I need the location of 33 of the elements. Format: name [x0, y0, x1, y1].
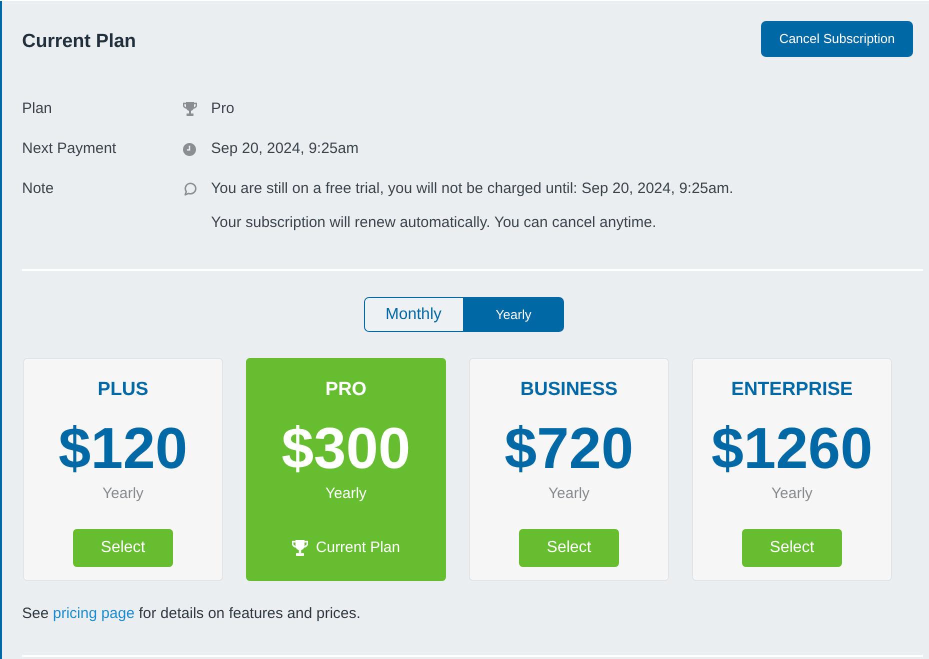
- plan-price: $1260: [711, 419, 873, 479]
- trophy-icon: [292, 540, 308, 556]
- billing-period-tab[interactable]: Yearly: [464, 297, 564, 332]
- billing-period-tab[interactable]: Monthly: [364, 297, 464, 332]
- clock-icon: [183, 142, 196, 156]
- speech-bubble-icon: [183, 182, 197, 196]
- billing-period-label: Yearly: [548, 484, 590, 504]
- detail-value: You are still on a free trial, you will not be charged until: Sep 20, 2024, 9:25am.: [211, 179, 734, 199]
- detail-value: Sep 20, 2024, 9:25am: [211, 139, 359, 159]
- plan-name: PLUS: [98, 378, 148, 402]
- select-button[interactable]: Select: [73, 529, 173, 567]
- plan-name: ENTERPRISE: [731, 378, 853, 402]
- footer-note: See pricing page for details on features and prices.: [22, 604, 362, 624]
- detail-value: Your subscription will renew automatically. You can cancel anytime.: [211, 213, 658, 233]
- page-title: Current Plan: [22, 30, 136, 54]
- trophy-icon: [183, 102, 197, 116]
- current-plan-label: Current Plan: [316, 538, 400, 558]
- detail-label: Note: [22, 179, 55, 199]
- detail-label: Next Payment: [22, 139, 118, 159]
- detail-value: Pro: [211, 99, 234, 119]
- pricing-page-link[interactable]: pricing page: [52, 605, 135, 622]
- plan-name: BUSINESS: [520, 378, 618, 402]
- select-button[interactable]: Select: [742, 529, 842, 567]
- plan-price: $120: [58, 419, 188, 479]
- select-button[interactable]: Select: [519, 529, 619, 567]
- plan-price: $720: [504, 419, 634, 479]
- billing-period-label: Yearly: [102, 484, 144, 504]
- billing-period-label: Yearly: [771, 484, 813, 504]
- cancel-subscription-button[interactable]: Cancel Subscription: [761, 21, 913, 57]
- detail-label: Plan: [22, 99, 54, 119]
- plan-price: $300: [281, 419, 411, 479]
- billing-period-label: Yearly: [325, 484, 367, 504]
- plan-name: PRO: [325, 378, 367, 402]
